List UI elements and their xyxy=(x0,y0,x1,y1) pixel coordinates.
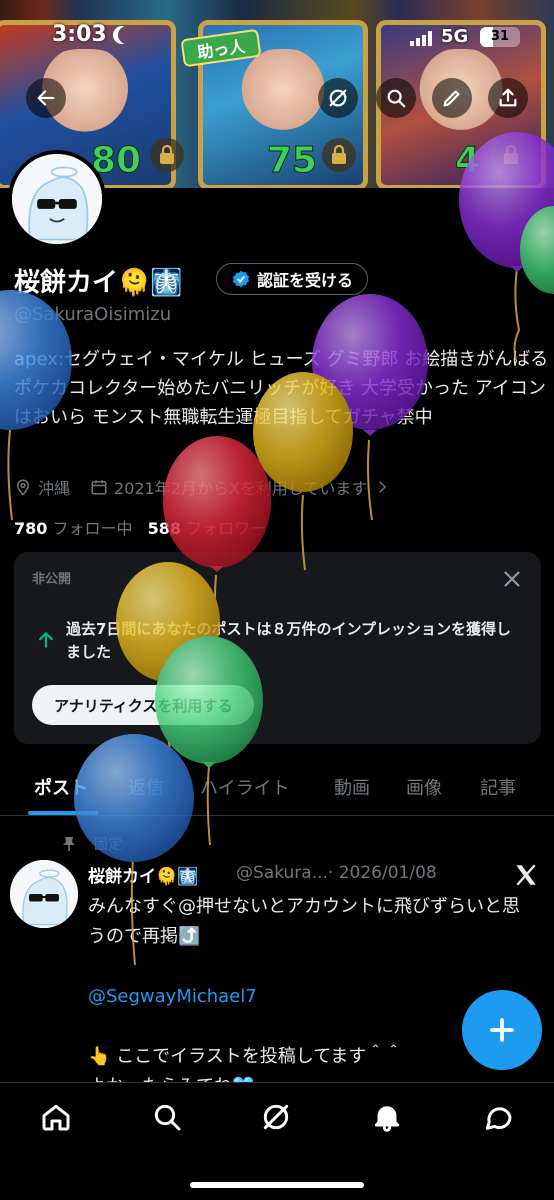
search-icon xyxy=(387,89,406,108)
balloon xyxy=(520,206,554,294)
followers-count: 588 xyxy=(147,519,182,538)
search-button[interactable] xyxy=(376,78,416,118)
arrow-up-icon xyxy=(39,632,53,648)
followers-link[interactable]: 588 フォロワー xyxy=(148,519,267,538)
share-button[interactable] xyxy=(488,78,528,118)
profile-bio: apex:セグウェイ・マイケル ヒューズ グミ野郎 お絵描きがんばる ポケカコレ… xyxy=(14,349,549,428)
nav-home[interactable] xyxy=(40,1101,72,1133)
signal-icon xyxy=(410,30,434,46)
profile-joined[interactable]: 2021年2月からXを利用しています xyxy=(114,475,367,499)
helper-badge-text: 助っ人 xyxy=(196,36,247,63)
post-mention-link[interactable]: @SegwayMichael7 xyxy=(88,982,528,1012)
profile-tabs: ポスト 返信 ハイライト 動画 画像 記事 xyxy=(0,762,554,814)
edit-icon xyxy=(443,90,460,107)
analytics-card-label: 非公開 xyxy=(32,572,72,587)
location-icon xyxy=(16,479,30,496)
back-button[interactable] xyxy=(26,78,66,118)
following-label: フォロー中 xyxy=(52,519,133,538)
pinned-label: 固定 xyxy=(94,837,122,853)
battery-icon: 31 xyxy=(480,27,520,47)
nav-messages[interactable] xyxy=(482,1101,514,1133)
home-icon xyxy=(42,1104,70,1131)
get-verified-label: 認証を受ける xyxy=(257,271,354,290)
share-icon xyxy=(499,88,517,107)
grok-button[interactable] xyxy=(318,78,358,118)
calendar-icon xyxy=(91,480,107,495)
follow-stats: 780 フォロー中 588 フォロワー xyxy=(14,515,266,539)
followers-label: フォロワー xyxy=(186,519,267,538)
lock-icon xyxy=(494,138,528,172)
lock-icon xyxy=(322,138,356,172)
back-icon xyxy=(37,90,55,106)
analytics-card: 非公開 過去7日間にあなたのポストは８万件のインプレッションを獲得しました アナ… xyxy=(14,552,541,744)
chat-icon xyxy=(485,1107,512,1130)
nav-search[interactable] xyxy=(151,1101,183,1133)
get-verified-button[interactable]: 認証を受ける xyxy=(216,263,369,295)
grok-nav-icon xyxy=(263,1104,289,1130)
post-meta: @Sakura...· 2026/01/08 xyxy=(236,863,437,883)
close-icon[interactable] xyxy=(501,568,523,590)
lock-icon xyxy=(150,138,184,172)
post-body: みんなすぐ@押せないとアカウントに飛びずらいと思うので再掲⤴️ @SegwayM… xyxy=(88,892,528,1102)
home-indicator xyxy=(190,1182,364,1188)
edit-button[interactable] xyxy=(432,78,472,118)
profile-handle: @SakuraOisimizu xyxy=(14,304,172,325)
chevron-right-icon xyxy=(379,481,387,493)
nav-notifications[interactable] xyxy=(371,1101,403,1133)
tabs-divider xyxy=(0,815,554,816)
battery-level: 31 xyxy=(490,29,510,44)
tab-replies[interactable]: 返信 xyxy=(128,774,164,800)
tab-media[interactable]: 画像 xyxy=(406,774,442,800)
compose-button[interactable] xyxy=(462,990,542,1070)
profile-meta-row: 沖縄 2021年2月からXを利用しています xyxy=(14,475,391,499)
card-number: 4 xyxy=(454,140,481,182)
pin-icon xyxy=(63,837,75,851)
character-face xyxy=(235,49,331,137)
post-text-line2: 👆 ここでイラストを投稿してます＾＾ xyxy=(88,1046,403,1067)
status-time: 3:03 xyxy=(52,22,107,47)
profile-display-name: 桜餅カイ🫠🩻 xyxy=(14,268,183,298)
tab-videos[interactable]: 動画 xyxy=(334,774,370,800)
post-avatar[interactable] xyxy=(10,860,78,928)
post-author-name[interactable]: 桜餅カイ🫠🩻 xyxy=(88,862,198,887)
verified-badge-icon xyxy=(232,270,250,288)
balloon xyxy=(163,436,271,568)
search-nav-icon xyxy=(154,1104,181,1131)
plus-icon xyxy=(490,1018,514,1042)
tab-highlights[interactable]: ハイライト xyxy=(200,774,290,800)
moon-icon xyxy=(118,26,136,44)
x-logo-icon[interactable] xyxy=(513,862,539,888)
profile-location: 沖縄 xyxy=(38,479,71,498)
analytics-message: 過去7日間にあなたのポストは８万件のインプレッションを獲得しました xyxy=(66,620,511,661)
post-text-line1: みんなすぐ@押せないとアカウントに飛びずらいと思うので再掲⤴️ xyxy=(88,896,520,947)
bell-icon xyxy=(374,1106,400,1132)
card-number: 75 xyxy=(266,140,318,182)
grok-icon xyxy=(329,89,347,107)
profile-avatar[interactable] xyxy=(8,150,106,248)
pinned-indicator: 固定 xyxy=(62,834,122,854)
tab-posts[interactable]: ポスト xyxy=(34,774,88,800)
network-label: 5G xyxy=(441,26,469,47)
analytics-button[interactable]: アナリティクスを利用する xyxy=(32,685,255,725)
following-link[interactable]: 780 フォロー中 xyxy=(14,519,133,538)
following-count: 780 xyxy=(14,519,48,538)
nav-grok[interactable] xyxy=(260,1101,292,1133)
tab-articles[interactable]: 記事 xyxy=(480,774,516,800)
